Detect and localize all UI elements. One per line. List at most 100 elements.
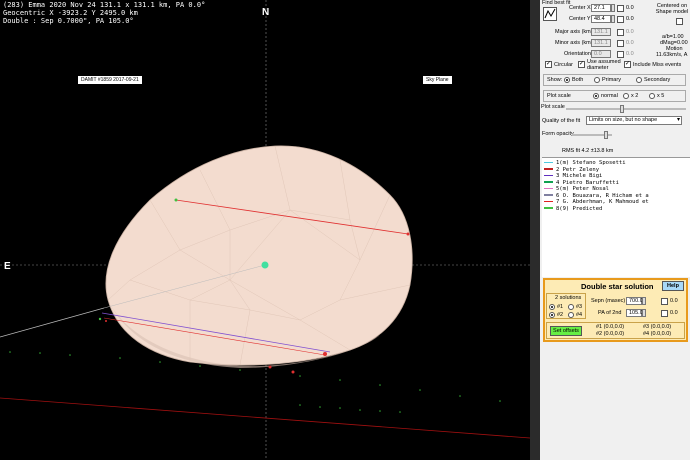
center-y-zero: 0.0 <box>626 16 634 22</box>
scale-x2-label: x 2 <box>631 93 639 99</box>
offset-1: #1 (0.0,0.0) <box>596 324 625 330</box>
major-axis-input[interactable]: 131.1 <box>591 28 611 36</box>
plot-scale-slider-label: Plot scale <box>541 104 565 110</box>
orientation-input[interactable]: 0.0 <box>591 50 611 58</box>
sepn-input[interactable]: 700.0 <box>626 297 643 305</box>
orientation-lock-checkbox[interactable] <box>617 51 624 58</box>
center-y-spinner[interactable] <box>611 15 615 23</box>
observer-color-swatch <box>544 161 553 164</box>
east-label: E <box>4 261 11 272</box>
minor-axis-zero: 0.0 <box>626 40 634 46</box>
pa-2nd-spinner[interactable] <box>642 309 646 317</box>
scale-normal-label: normal <box>601 93 618 99</box>
plot-scale-slider[interactable] <box>566 105 686 113</box>
form-opacity-slider-knob[interactable] <box>604 131 608 139</box>
minor-axis-input[interactable]: 131.1 <box>591 39 611 47</box>
quality-label: Quality of the fit <box>542 118 581 124</box>
sepn-zero: 0.0 <box>670 298 678 304</box>
find-best-fit-label: Find best fit <box>542 0 571 6</box>
scale-x5-label: x 5 <box>657 93 665 99</box>
observer-name: 1(m) Stefano Sposetti <box>556 160 626 166</box>
scale-x2-radio[interactable] <box>623 93 629 99</box>
center-x-spinner[interactable] <box>611 4 615 12</box>
major-axis-zero: 0.0 <box>626 29 634 35</box>
solutions-label: 2 solutions <box>555 295 582 301</box>
observer-name: 3 Michele Bigi <box>556 173 603 179</box>
plot-scale-label: Plot scale <box>547 93 571 99</box>
use-assumed-diameter-checkbox[interactable] <box>578 61 585 68</box>
plot-canvas <box>0 0 530 460</box>
use-assumed-diameter-label: Use assumed diameter <box>587 59 621 71</box>
circular-label: Circular <box>554 62 573 68</box>
north-label: N <box>262 7 270 18</box>
solution-3-label: #3 <box>576 304 583 310</box>
observer-color-swatch <box>544 174 553 177</box>
solution-1-radio[interactable] <box>549 304 555 310</box>
solution-1-label: #1 <box>557 304 564 310</box>
center-x-input[interactable]: 27.1 <box>591 4 611 12</box>
observer-name: 6 O. Bouazara, R Hicham et a <box>556 192 649 199</box>
centered-on-shape-checkbox[interactable] <box>676 18 683 25</box>
sepn-spinner[interactable] <box>642 297 646 305</box>
sepn-lock-checkbox[interactable] <box>661 298 668 305</box>
plot-scale-slider-knob[interactable] <box>620 105 624 113</box>
observer-legend-list[interactable]: 1(m) Stefano Sposetti 2 Petr Zeleny 3 Mich… <box>542 157 690 277</box>
offset-2: #2 (0.0,0.0) <box>596 331 625 337</box>
observer-color-swatch <box>544 200 553 203</box>
solution-3-radio[interactable] <box>568 304 574 310</box>
help-button[interactable]: Help <box>662 281 684 291</box>
offset-3: #3 (0.0,0.0) <box>643 324 672 330</box>
observer-color-swatch <box>544 187 553 190</box>
observer-color-swatch <box>544 207 553 209</box>
line-left <box>0 307 105 338</box>
sky-plane-plot[interactable]: (283) Emma 2020 Nov 24 131.1 x 131.1 km,… <box>0 0 530 460</box>
circular-checkbox[interactable] <box>545 61 552 68</box>
orientation-zero: 0.0 <box>626 51 634 57</box>
solution-4-radio[interactable] <box>568 312 574 318</box>
center-y-input[interactable]: 48.4 <box>591 15 611 23</box>
rms-fit: RMS fit 4.2 ±13.8 km <box>562 148 614 154</box>
solution-2-radio[interactable] <box>549 312 555 318</box>
observer-color-swatch <box>544 181 553 183</box>
scale-normal-radio[interactable] <box>593 93 599 99</box>
center-point <box>261 261 269 269</box>
double-star-title: Double star solution <box>581 282 654 291</box>
major-axis-lock-checkbox[interactable] <box>617 29 624 36</box>
find-best-fit-button[interactable] <box>543 7 557 21</box>
major-axis-label: Major axis (km) <box>555 29 593 35</box>
observer-name: 2 Petr Zeleny <box>556 166 600 173</box>
offset-4: #4 (0.0,0.0) <box>643 331 672 337</box>
observer-name: 7 G. Abderhman, K Mahmoud et <box>556 199 649 205</box>
include-miss-events-label: Include Miss events <box>633 62 682 68</box>
best-fit-icon <box>544 8 556 19</box>
show-primary-label: Primary <box>602 77 621 83</box>
form-opacity-slider[interactable] <box>572 131 612 139</box>
scale-x5-radio[interactable] <box>649 93 655 99</box>
observer-row: 8(9) Predicted <box>544 206 602 213</box>
show-both-label: Both <box>572 77 584 83</box>
minor-axis-lock-checkbox[interactable] <box>617 40 624 47</box>
show-primary-radio[interactable] <box>594 77 600 83</box>
lower-chord-line <box>0 397 530 439</box>
observer-color-swatch <box>544 194 553 196</box>
center-x-lock-checkbox[interactable] <box>617 5 624 12</box>
observer-name: 5(m) Peter Nosal <box>556 186 609 192</box>
show-label: Show: <box>547 77 563 83</box>
minor-axis-label: Minor axis (km) <box>555 40 593 46</box>
center-y-lock-checkbox[interactable] <box>617 16 624 23</box>
asteroid-shape-model <box>105 145 413 366</box>
pa-2nd-lock-checkbox[interactable] <box>661 310 668 317</box>
include-miss-events-checkbox[interactable] <box>624 61 631 68</box>
solution-4-label: #4 <box>576 312 583 318</box>
center-x-zero: 0.0 <box>626 5 634 11</box>
show-both-radio[interactable] <box>564 77 570 83</box>
quality-select[interactable]: Limits on size, but no shape <box>586 116 682 125</box>
center-x-label: Center X <box>569 5 591 11</box>
header-line-3: Double : Sep 0.7000", PA 105.0° <box>3 17 134 25</box>
set-offsets-button[interactable]: Set offsets <box>550 326 582 336</box>
shape-model-tag: DAMIT #1859 2017-09-21 <box>78 76 142 84</box>
center-y-label: Center Y <box>569 16 591 22</box>
show-secondary-radio[interactable] <box>636 77 642 83</box>
pa-2nd-input[interactable]: 105.0 <box>626 309 643 317</box>
observer-color-swatch <box>544 168 553 170</box>
